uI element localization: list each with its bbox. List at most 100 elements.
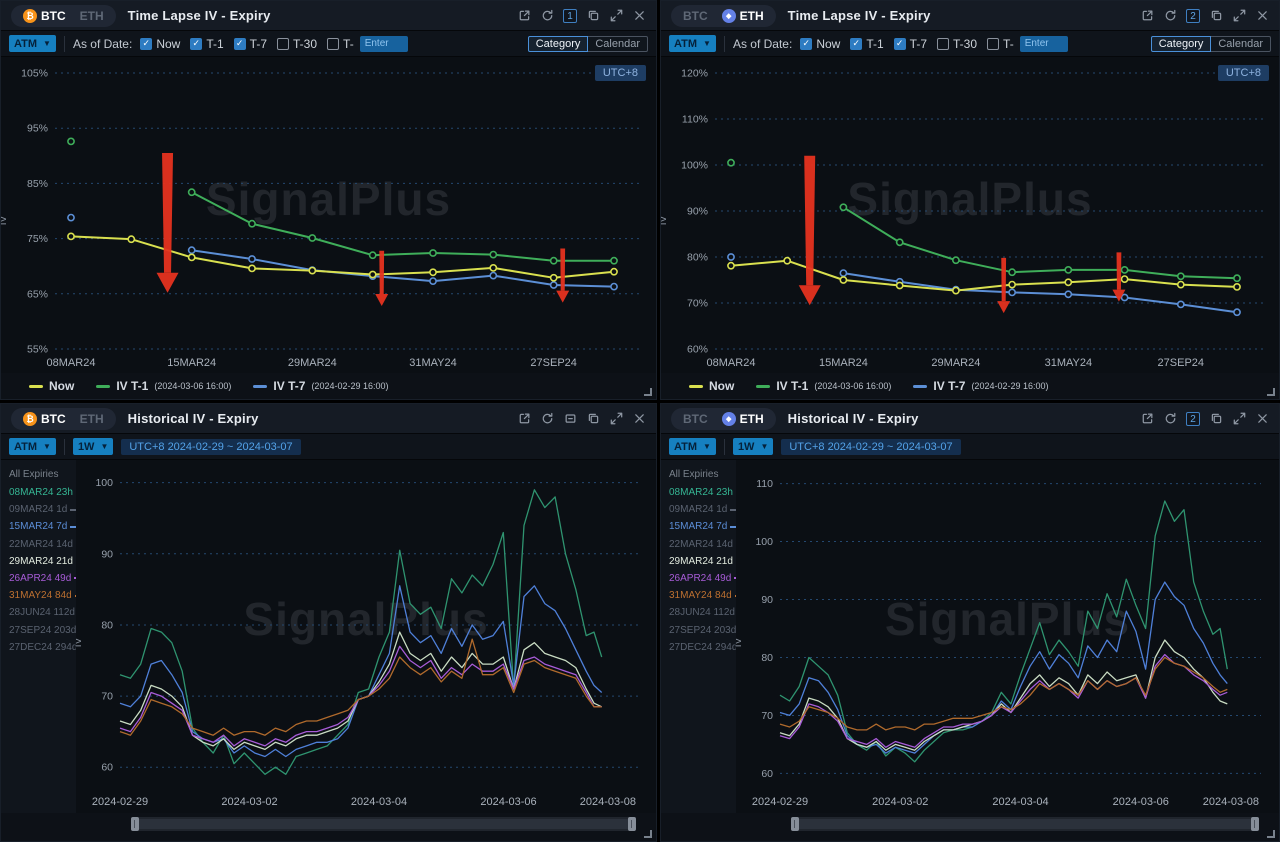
group-badge[interactable]: 2 — [1186, 411, 1200, 426]
strike-select[interactable]: ATM ▼ — [9, 35, 56, 52]
strike-select[interactable]: ATM ▼ — [9, 438, 56, 455]
close-icon[interactable] — [632, 9, 646, 23]
slider-track[interactable] — [799, 819, 1251, 829]
tab-btc[interactable]: BTC — [676, 9, 715, 23]
expand-icon[interactable] — [1232, 9, 1246, 23]
refresh-icon[interactable] — [540, 412, 554, 426]
checkbox-t[interactable]: T- — [327, 37, 354, 51]
calendar-toggle[interactable]: Calendar — [588, 35, 648, 52]
external-link-icon[interactable] — [517, 412, 531, 426]
checkbox-t-1[interactable]: ✓ T-1 — [190, 37, 224, 51]
checkbox-t-1[interactable]: ✓ T-1 — [850, 37, 884, 51]
expand-icon[interactable] — [609, 412, 623, 426]
panel-body: All Expiries 08MAR24 23h 09MAR24 1d 15MAR24… — [661, 460, 1279, 813]
tab-btc[interactable]: BTC — [676, 412, 715, 426]
checkbox-now[interactable]: ✓ Now — [800, 37, 840, 51]
close-icon[interactable] — [1255, 412, 1269, 426]
panel-resize-handle[interactable] — [1267, 388, 1275, 396]
tab-eth[interactable]: ETH — [73, 412, 111, 426]
expiry-item-27dec24[interactable]: 27DEC24 294d — [9, 642, 76, 653]
svg-text:15MAR24: 15MAR24 — [167, 357, 216, 369]
expiry-item-15mar24[interactable]: 15MAR24 7d — [9, 521, 76, 532]
slider-track[interactable] — [139, 819, 628, 829]
legend-label: IV T-1 — [776, 379, 809, 393]
legend-item[interactable]: Now — [29, 379, 74, 393]
category-toggle[interactable]: Category — [527, 35, 589, 52]
period-select[interactable]: 1W ▼ — [732, 438, 774, 455]
tab-eth[interactable]: ETH — [73, 9, 111, 23]
slider-handle-left[interactable] — [131, 817, 139, 831]
refresh-icon[interactable] — [1163, 412, 1177, 426]
strike-select[interactable]: ATM ▼ — [669, 35, 716, 52]
expiry-item-08mar24[interactable]: 08MAR24 23h — [669, 487, 736, 498]
y-axis-title: IV — [76, 637, 85, 647]
strike-select[interactable]: ATM ▼ — [669, 438, 716, 455]
duplicate-icon[interactable] — [586, 9, 600, 23]
tab-eth[interactable]: ◆ ETH — [715, 411, 771, 426]
group-badge[interactable]: 2 — [1186, 8, 1200, 23]
expiry-item-26apr24[interactable]: 26APR24 49d — [9, 573, 76, 584]
legend-item[interactable]: IV T-7 (2024-02-29 16:00) — [253, 379, 389, 393]
slider-handle-right[interactable] — [628, 817, 636, 831]
duplicate-icon[interactable] — [1209, 412, 1223, 426]
expiry-item-29mar24[interactable]: 29MAR24 21d — [9, 556, 76, 567]
box-dash-icon[interactable] — [563, 412, 577, 426]
calendar-toggle[interactable]: Calendar — [1211, 35, 1271, 52]
expiry-item-31may24[interactable]: 31MAY24 84d — [9, 590, 76, 601]
expiry-item-29mar24[interactable]: 29MAR24 21d — [669, 556, 736, 567]
x-range-slider[interactable] — [131, 817, 636, 831]
tab-btc[interactable]: ₿ BTC — [16, 411, 73, 426]
refresh-icon[interactable] — [1163, 9, 1177, 23]
expand-icon[interactable] — [609, 9, 623, 23]
external-link-icon[interactable] — [1140, 9, 1154, 23]
t-custom-days-input[interactable] — [359, 35, 408, 52]
external-link-icon[interactable] — [1140, 412, 1154, 426]
external-link-icon[interactable] — [517, 9, 531, 23]
period-select[interactable]: 1W ▼ — [72, 438, 114, 455]
checkbox-t-30[interactable]: T-30 — [937, 37, 977, 51]
x-range-slider[interactable] — [791, 817, 1259, 831]
expiry-item-22mar24[interactable]: 22MAR24 14d — [669, 539, 736, 550]
checkbox-t-7[interactable]: ✓ T-7 — [233, 37, 267, 51]
t-custom-days-input[interactable] — [1019, 35, 1068, 52]
panel-resize-handle[interactable] — [644, 388, 652, 396]
expiry-item-26apr24[interactable]: 26APR24 49d — [669, 573, 736, 584]
checkbox-t[interactable]: T- — [987, 37, 1014, 51]
checkbox-t-30[interactable]: T-30 — [277, 37, 317, 51]
duplicate-icon[interactable] — [586, 412, 600, 426]
date-range-badge[interactable]: UTC+8 2024-02-29 ~ 2024-03-07 — [781, 438, 961, 455]
expiry-item-22mar24[interactable]: 22MAR24 14d — [9, 539, 76, 550]
close-icon[interactable] — [1255, 9, 1269, 23]
legend-item[interactable]: Now — [689, 379, 734, 393]
expiry-item-15mar24[interactable]: 15MAR24 7d — [669, 521, 736, 532]
checkbox-now[interactable]: ✓ Now — [140, 37, 180, 51]
expiry-item-27dec24[interactable]: 27DEC24 294d — [669, 642, 736, 653]
expiry-item-28jun24[interactable]: 28JUN24 112d — [669, 607, 736, 618]
group-badge[interactable]: 1 — [563, 8, 577, 23]
duplicate-icon[interactable] — [1209, 9, 1223, 23]
slider-handle-right[interactable] — [1251, 817, 1259, 831]
refresh-icon[interactable] — [540, 9, 554, 23]
checkbox-t-7[interactable]: ✓ T-7 — [893, 36, 928, 51]
panel-resize-handle[interactable] — [1267, 830, 1275, 838]
close-icon[interactable] — [632, 412, 646, 426]
expiry-item-09mar24[interactable]: 09MAR24 1d — [669, 504, 736, 515]
expiry-item-28jun24[interactable]: 28JUN24 112d — [9, 607, 76, 618]
expiry-item-09mar24[interactable]: 09MAR24 1d — [9, 504, 76, 515]
expiry-item-08mar24[interactable]: 08MAR24 23h — [9, 487, 76, 498]
legend-item[interactable]: IV T-1 (2024-03-06 16:00) — [756, 379, 891, 393]
legend-item[interactable]: IV T-1 (2024-03-06 16:00) — [96, 379, 231, 393]
checkbox-label: T-7 — [909, 36, 928, 51]
tab-btc[interactable]: ₿ BTC — [16, 8, 73, 23]
tab-eth[interactable]: ◆ ETH — [715, 8, 771, 23]
expand-icon[interactable] — [1232, 412, 1246, 426]
date-range-badge[interactable]: UTC+8 2024-02-29 ~ 2024-03-07 — [121, 438, 301, 455]
expiry-item-27sep24[interactable]: 27SEP24 203d — [9, 625, 76, 636]
legend-item[interactable]: IV T-7 (2024-02-29 16:00) — [913, 379, 1049, 393]
panel-resize-handle[interactable] — [644, 830, 652, 838]
slider-handle-left[interactable] — [791, 817, 799, 831]
category-toggle[interactable]: Category — [1150, 35, 1212, 52]
expiry-label: 31MAY24 84d — [669, 590, 732, 602]
expiry-item-31may24[interactable]: 31MAY24 84d — [669, 590, 736, 601]
expiry-item-27sep24[interactable]: 27SEP24 203d — [669, 625, 736, 636]
